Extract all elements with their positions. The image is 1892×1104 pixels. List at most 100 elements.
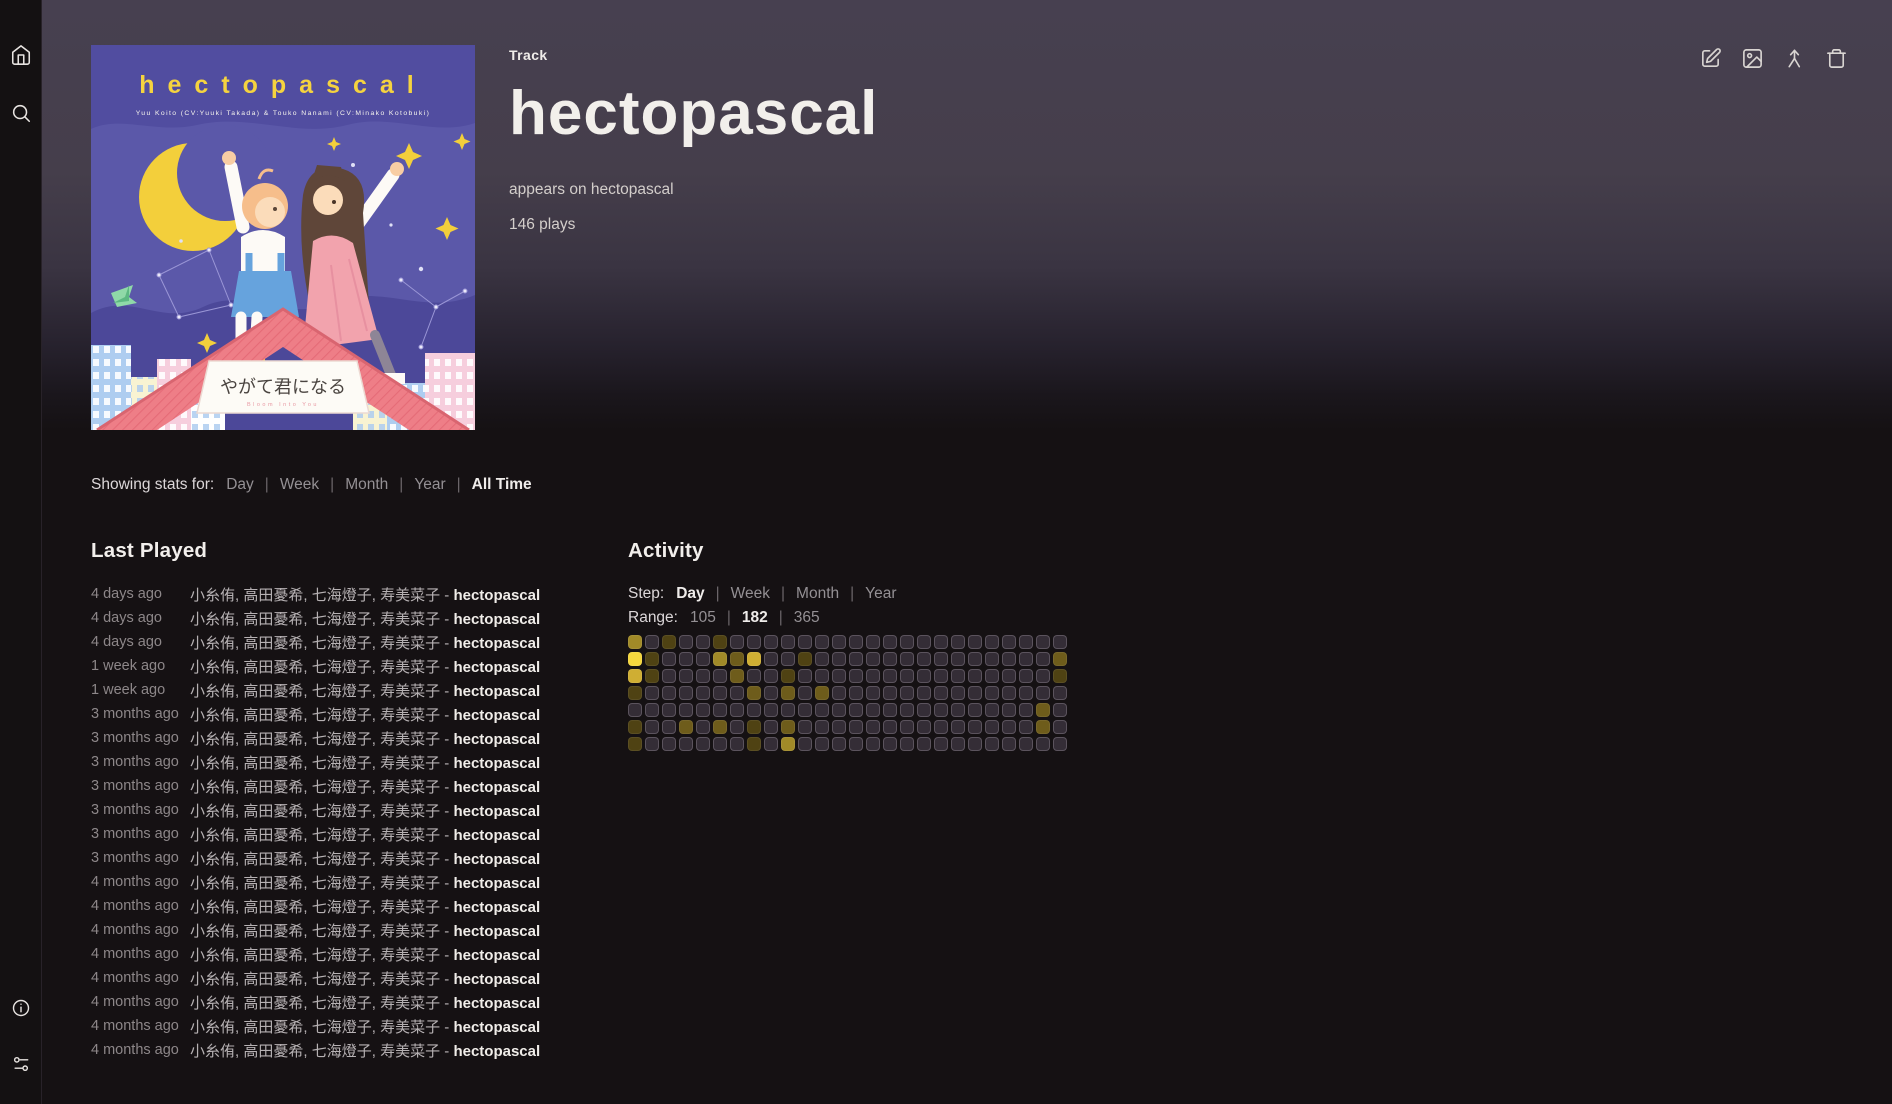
heatmap-cell[interactable] — [696, 669, 710, 683]
heatmap-cell[interactable] — [849, 720, 863, 734]
heatmap-cell[interactable] — [747, 635, 761, 649]
heatmap-cell[interactable] — [985, 652, 999, 666]
artist-link[interactable]: 七海燈子 — [312, 587, 372, 604]
heatmap-cell[interactable] — [696, 737, 710, 751]
heatmap-cell[interactable] — [1002, 686, 1016, 700]
artist-link[interactable]: 小糸侑 — [190, 659, 235, 676]
heatmap-cell[interactable] — [781, 669, 795, 683]
track-link[interactable]: hectopascal — [453, 947, 540, 964]
heatmap-cell[interactable] — [1036, 720, 1050, 734]
artist-link[interactable]: 小糸侑 — [190, 779, 235, 796]
heatmap-cell[interactable] — [764, 686, 778, 700]
heatmap-cell[interactable] — [900, 686, 914, 700]
artist-link[interactable]: 小糸侑 — [190, 683, 235, 700]
track-link[interactable]: hectopascal — [453, 1019, 540, 1036]
heatmap-cell[interactable] — [696, 703, 710, 717]
heatmap-cell[interactable] — [764, 703, 778, 717]
artist-link[interactable]: 高田憂希 — [243, 899, 303, 916]
heatmap-cell[interactable] — [951, 703, 965, 717]
artist-link[interactable]: 小糸侑 — [190, 803, 235, 820]
heatmap-cell[interactable] — [645, 652, 659, 666]
heatmap-cell[interactable] — [832, 635, 846, 649]
range-option-365[interactable]: 365 — [794, 609, 820, 626]
heatmap-cell[interactable] — [883, 703, 897, 717]
heatmap-cell[interactable] — [1002, 720, 1016, 734]
heatmap-cell[interactable] — [662, 737, 676, 751]
artist-link[interactable]: 小糸侑 — [190, 1019, 235, 1036]
artist-link[interactable]: 小糸侑 — [190, 971, 235, 988]
heatmap-cell[interactable] — [798, 686, 812, 700]
heatmap-cell[interactable] — [866, 635, 880, 649]
heatmap-cell[interactable] — [883, 635, 897, 649]
heatmap-cell[interactable] — [1002, 635, 1016, 649]
heatmap-cell[interactable] — [713, 737, 727, 751]
heatmap-cell[interactable] — [832, 652, 846, 666]
heatmap-cell[interactable] — [1002, 669, 1016, 683]
heatmap-cell[interactable] — [1036, 703, 1050, 717]
artist-link[interactable]: 高田憂希 — [243, 923, 303, 940]
heatmap-cell[interactable] — [900, 669, 914, 683]
heatmap-cell[interactable] — [747, 669, 761, 683]
track-link[interactable]: hectopascal — [453, 755, 540, 772]
heatmap-cell[interactable] — [764, 737, 778, 751]
artist-link[interactable]: 寿美菜子 — [380, 683, 440, 700]
stats-option-year[interactable]: Year — [414, 476, 445, 493]
heatmap-cell[interactable] — [713, 720, 727, 734]
artist-link[interactable]: 小糸侑 — [190, 851, 235, 868]
heatmap-cell[interactable] — [628, 686, 642, 700]
heatmap-cell[interactable] — [781, 686, 795, 700]
track-link[interactable]: hectopascal — [453, 611, 540, 628]
heatmap-cell[interactable] — [985, 737, 999, 751]
track-link[interactable]: hectopascal — [453, 923, 540, 940]
track-link[interactable]: hectopascal — [453, 659, 540, 676]
artist-link[interactable]: 高田憂希 — [243, 707, 303, 724]
heatmap-cell[interactable] — [730, 703, 744, 717]
heatmap-cell[interactable] — [917, 720, 931, 734]
artist-link[interactable]: 高田憂希 — [243, 755, 303, 772]
heatmap-cell[interactable] — [934, 669, 948, 683]
heatmap-cell[interactable] — [866, 720, 880, 734]
stats-option-week[interactable]: Week — [280, 476, 319, 493]
track-link[interactable]: hectopascal — [453, 899, 540, 916]
heatmap-cell[interactable] — [730, 635, 744, 649]
range-option-182[interactable]: 182 — [742, 609, 768, 626]
heatmap-cell[interactable] — [1053, 703, 1067, 717]
artist-link[interactable]: 七海燈子 — [312, 947, 372, 964]
settings-sliders-icon[interactable] — [11, 1054, 31, 1074]
track-link[interactable]: hectopascal — [453, 995, 540, 1012]
artist-link[interactable]: 高田憂希 — [243, 779, 303, 796]
artist-link[interactable]: 小糸侑 — [190, 995, 235, 1012]
info-icon[interactable] — [11, 998, 31, 1018]
heatmap-cell[interactable] — [1019, 703, 1033, 717]
heatmap-cell[interactable] — [968, 669, 982, 683]
heatmap-cell[interactable] — [1053, 720, 1067, 734]
heatmap-cell[interactable] — [730, 737, 744, 751]
heatmap-cell[interactable] — [917, 703, 931, 717]
heatmap-cell[interactable] — [662, 703, 676, 717]
track-link[interactable]: hectopascal — [453, 731, 540, 748]
artist-link[interactable]: 小糸侑 — [190, 947, 235, 964]
artist-link[interactable]: 寿美菜子 — [380, 923, 440, 940]
artist-link[interactable]: 七海燈子 — [312, 611, 372, 628]
heatmap-cell[interactable] — [883, 652, 897, 666]
heatmap-cell[interactable] — [1019, 720, 1033, 734]
heatmap-cell[interactable] — [934, 720, 948, 734]
artist-link[interactable]: 寿美菜子 — [380, 803, 440, 820]
merge-icon[interactable] — [1783, 47, 1806, 70]
heatmap-cell[interactable] — [917, 737, 931, 751]
artist-link[interactable]: 寿美菜子 — [380, 1043, 440, 1060]
step-option-week[interactable]: Week — [731, 585, 770, 602]
artist-link[interactable]: 七海燈子 — [312, 803, 372, 820]
album-link[interactable]: hectopascal — [591, 181, 674, 198]
heatmap-cell[interactable] — [1053, 737, 1067, 751]
artist-link[interactable]: 高田憂希 — [243, 635, 303, 652]
artist-link[interactable]: 寿美菜子 — [380, 731, 440, 748]
heatmap-cell[interactable] — [628, 669, 642, 683]
stats-option-day[interactable]: Day — [226, 476, 254, 493]
heatmap-cell[interactable] — [764, 720, 778, 734]
track-link[interactable]: hectopascal — [453, 827, 540, 844]
album-art[interactable]: やがて君になる Bloom Into You hectopascal Yuu K… — [91, 45, 475, 430]
heatmap-cell[interactable] — [985, 720, 999, 734]
artist-link[interactable]: 寿美菜子 — [380, 947, 440, 964]
heatmap-cell[interactable] — [900, 652, 914, 666]
